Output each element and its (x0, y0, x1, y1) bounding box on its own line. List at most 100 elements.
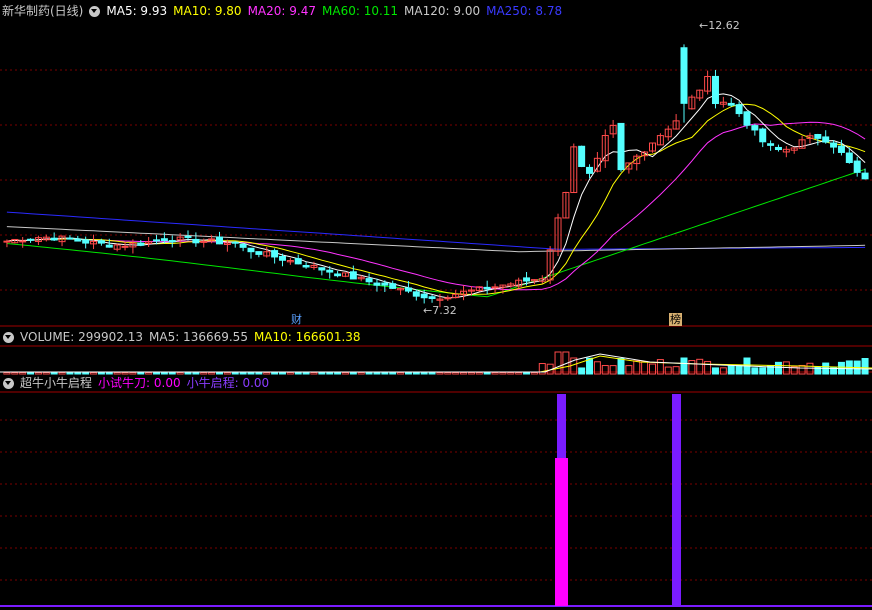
candle (365, 278, 373, 283)
candle (751, 125, 759, 131)
ma60-label: MA60: 10.11 (322, 4, 399, 18)
volume-bar (475, 372, 483, 375)
candle (74, 238, 82, 242)
candle (326, 269, 334, 273)
candle (491, 286, 499, 289)
event-tag-cai[interactable]: 财 (290, 313, 303, 326)
volume-bar (294, 372, 302, 375)
ma20-line (6, 121, 866, 291)
indicator-name[interactable]: 超牛小牛启程 (20, 374, 92, 392)
candle (200, 240, 208, 243)
candle (334, 273, 342, 277)
volume-bar (491, 372, 499, 375)
volume-bar (530, 372, 538, 375)
candle (483, 286, 491, 290)
volume-panel-header: VOLUME: 299902.13 MA5: 136669.55 MA10: 1… (0, 328, 367, 346)
volume-bar (617, 358, 625, 375)
candle (153, 239, 161, 242)
candle (845, 152, 853, 163)
volume-bar (625, 365, 633, 375)
candle (578, 145, 586, 167)
volume-bar (735, 364, 743, 375)
candle (389, 283, 397, 289)
event-tag-bang[interactable]: 榜 (669, 313, 682, 326)
stock-title[interactable]: 新华制药(日线) (2, 2, 83, 20)
volume-bar (420, 372, 428, 375)
volume-bar (507, 372, 515, 375)
volume-bar (711, 367, 719, 375)
volume-bar (365, 372, 373, 375)
candle (239, 243, 247, 248)
candle (822, 136, 830, 143)
volume-bar (452, 372, 460, 375)
candle (680, 47, 688, 104)
volume-bar (460, 372, 468, 375)
candle (735, 104, 743, 115)
candle (278, 255, 286, 261)
candle (294, 258, 302, 265)
candle (27, 238, 35, 241)
ma10-label: MA10: 9.80 (173, 4, 242, 18)
candle (381, 282, 389, 286)
candle (231, 241, 239, 244)
candle (82, 239, 90, 244)
candle (428, 296, 436, 300)
price-panel-header: 新华制药(日线) MA5: 9.93 MA10: 9.80 MA20: 9.47… (0, 2, 568, 20)
candle (318, 267, 326, 271)
candle (711, 75, 719, 105)
candle (247, 247, 255, 253)
volume-bar (680, 357, 688, 375)
volume-bar (515, 372, 523, 375)
candle (743, 111, 751, 126)
volume-bar (428, 372, 436, 375)
indicator-line1-label: 小试牛刀: 0.00 (98, 376, 181, 390)
candle (412, 291, 420, 297)
volume-bar (326, 372, 334, 375)
candle (617, 122, 625, 171)
candle (3, 240, 11, 243)
volume-bar (373, 372, 381, 375)
ma20-label: MA20: 9.47 (247, 4, 316, 18)
candle (774, 146, 782, 151)
volume-bar (389, 372, 397, 375)
ma10-line (6, 103, 866, 295)
indicator-line2-label: 小牛启程: 0.00 (186, 376, 270, 390)
volume-bar (751, 367, 759, 375)
volume-bar (601, 365, 609, 375)
candle (50, 237, 58, 241)
candle (271, 250, 279, 258)
candle (160, 238, 168, 242)
ma5-label: MA5: 9.93 (106, 4, 168, 18)
volume-bar (798, 364, 806, 375)
volume-bar (672, 366, 680, 375)
volume-bar (444, 372, 452, 375)
candle (97, 240, 105, 244)
volume-bar (397, 372, 405, 375)
indicator-bar-xiaoshiniudao (555, 458, 568, 606)
volume-bar (774, 361, 782, 375)
candle (586, 166, 594, 174)
ma250-label: MA250: 8.78 (486, 4, 563, 18)
candle (105, 244, 113, 248)
candle (121, 245, 129, 248)
candle (66, 237, 74, 240)
candle (137, 242, 145, 246)
candle (759, 128, 767, 143)
volume-bar (286, 372, 294, 375)
candle (255, 251, 263, 255)
candle (216, 236, 223, 245)
volume-bar (357, 372, 365, 375)
candle (302, 264, 310, 268)
volume-bar (483, 372, 491, 375)
candle (830, 142, 838, 148)
dropdown-icon[interactable] (3, 377, 14, 389)
volume-bar (554, 351, 562, 375)
candle (168, 240, 176, 243)
dropdown-icon[interactable] (3, 331, 14, 343)
candle (837, 145, 845, 153)
volume-bar (578, 367, 586, 375)
candle (19, 240, 27, 243)
candle (184, 235, 192, 238)
low-price-label: ←7.32 (423, 304, 457, 317)
dropdown-icon[interactable] (89, 5, 101, 17)
